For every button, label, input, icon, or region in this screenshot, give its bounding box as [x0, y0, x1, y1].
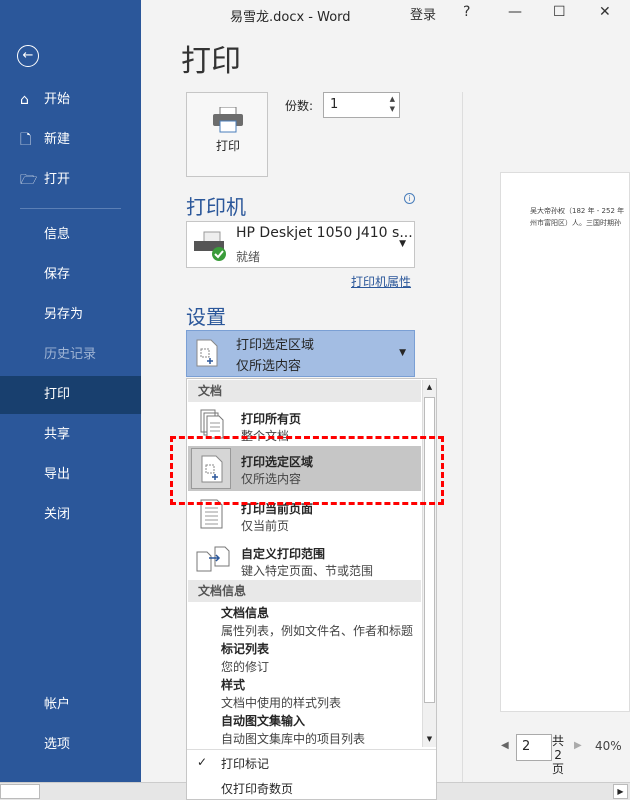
- sidebar-item-label: 打开: [44, 172, 71, 187]
- printer-icon: [212, 106, 244, 133]
- sidebar-item-close[interactable]: 关闭: [0, 496, 141, 534]
- option-print-markup[interactable]: 打印标记: [221, 755, 269, 772]
- sidebar-item-options[interactable]: 选项: [0, 726, 141, 764]
- sidebar-item-save-as[interactable]: 另存为: [0, 296, 141, 334]
- scroll-up-button[interactable]: ▲: [423, 380, 436, 395]
- next-page-button[interactable]: ▶: [574, 740, 582, 751]
- open-folder-icon: 🗁: [20, 172, 38, 188]
- chevron-down-icon: ▼: [399, 348, 406, 358]
- backstage-sidebar: ← ⌂ 开始 🗋 新建 🗁 打开 信息 保存 另存为 历史记录 打印 共享 导出 关闭…: [0, 0, 141, 800]
- settings-heading: 设置: [186, 305, 226, 329]
- copies-input[interactable]: 1 ▲ ▼: [323, 92, 400, 118]
- info-icon[interactable]: i: [404, 193, 415, 204]
- sidebar-item-open[interactable]: 🗁 打开: [0, 161, 141, 199]
- divider: [20, 208, 121, 209]
- sidebar-item-account[interactable]: 帐户: [0, 686, 141, 724]
- zoom-level[interactable]: 40%: [595, 739, 622, 753]
- previous-page-button[interactable]: ◀: [501, 740, 509, 751]
- copies-spinner[interactable]: ▲ ▼: [390, 94, 395, 114]
- option-title: 自定义打印范围: [241, 547, 326, 561]
- scroll-down-button[interactable]: ▼: [423, 732, 436, 747]
- checkmark-icon: ✓: [197, 755, 208, 769]
- option-description: 键入特定页面、节或范围: [241, 564, 374, 578]
- option-description: 文档中使用的样式列表: [221, 696, 342, 710]
- chevron-down-icon: ▼: [399, 239, 406, 249]
- print-button[interactable]: 打印: [186, 92, 268, 177]
- option-description: 自动图文集库中的项目列表: [221, 732, 366, 746]
- option-document-info[interactable]: 文档信息: [221, 604, 269, 621]
- highlight-box: [170, 436, 444, 505]
- sidebar-item-info[interactable]: 信息: [0, 216, 141, 254]
- back-button[interactable]: ←: [17, 45, 39, 67]
- option-description: 仅当前页: [241, 519, 290, 533]
- page-total: 共2页: [552, 734, 565, 776]
- option-autotext[interactable]: 自动图文集输入: [221, 712, 305, 729]
- option-custom-range[interactable]: 自定义打印范围键入特定页面、节或范围: [188, 538, 421, 583]
- option-title: 打印所有页: [241, 412, 302, 426]
- print-range-select[interactable]: 打印选定区域 仅所选内容 ▼: [186, 330, 415, 377]
- page-number-input[interactable]: 2: [516, 734, 552, 761]
- copies-label: 份数:: [285, 99, 314, 113]
- maximize-button[interactable]: ☐: [553, 4, 566, 20]
- sidebar-item-share[interactable]: 共享: [0, 416, 141, 454]
- printer-heading: 打印机: [186, 195, 246, 219]
- sidebar-item-history[interactable]: 历史记录: [0, 336, 141, 374]
- sidebar-item-print[interactable]: 打印: [0, 376, 141, 414]
- option-styles[interactable]: 样式: [221, 676, 245, 693]
- new-document-icon: 🗋: [20, 132, 32, 148]
- print-preview-page: 吴大帝孙权（182 年 - 252 年 州市富阳区）人。三国时期孙: [500, 172, 630, 712]
- close-button[interactable]: ✕: [599, 4, 611, 20]
- print-range-title: 打印选定区域: [236, 338, 315, 353]
- print-button-label: 打印: [216, 139, 241, 153]
- printer-status: 就绪: [236, 250, 261, 264]
- window-title: 易雪龙.docx - Word: [230, 10, 351, 25]
- preview-text: 州市富阳区）人。三国时期孙: [530, 219, 621, 227]
- scrollbar-thumb[interactable]: [0, 784, 40, 799]
- sidebar-item-export[interactable]: 导出: [0, 456, 141, 494]
- copies-value: 1: [330, 97, 339, 112]
- section-header: 文档信息: [188, 580, 421, 602]
- minimize-button[interactable]: —: [508, 4, 522, 20]
- help-button[interactable]: ?: [463, 4, 470, 20]
- divider: [187, 749, 436, 750]
- printer-ready-icon: [192, 230, 228, 266]
- page-title: 打印: [181, 44, 241, 79]
- section-header: 文档: [188, 380, 421, 402]
- sidebar-item-save[interactable]: 保存: [0, 256, 141, 294]
- option-odd-pages[interactable]: 仅打印奇数页: [221, 780, 293, 797]
- option-markup-list[interactable]: 标记列表: [221, 640, 269, 657]
- custom-range-icon: [196, 546, 230, 576]
- option-description: 属性列表，例如文件名、作者和标题: [221, 624, 414, 638]
- divider: [462, 92, 463, 800]
- print-range-sub: 仅所选内容: [236, 359, 302, 374]
- printer-select[interactable]: HP Deskjet 1050 J410 s... 就绪 ▼: [186, 221, 415, 268]
- sign-in-link[interactable]: 登录: [410, 4, 436, 23]
- home-icon: ⌂: [20, 92, 29, 108]
- sidebar-item-home[interactable]: ⌂ 开始: [0, 81, 141, 119]
- printer-properties-link[interactable]: 打印机属性: [351, 273, 411, 290]
- print-selection-icon: [196, 339, 218, 371]
- sidebar-item-new[interactable]: 🗋 新建: [0, 121, 141, 159]
- printer-name: HP Deskjet 1050 J410 s...: [236, 225, 413, 241]
- option-description: 您的修订: [221, 660, 270, 674]
- sidebar-item-label: 开始: [44, 92, 71, 107]
- preview-text: 吴大帝孙权（182 年 - 252 年: [530, 207, 625, 215]
- scroll-right-button[interactable]: ▶: [613, 784, 628, 799]
- sidebar-item-label: 新建: [44, 132, 71, 147]
